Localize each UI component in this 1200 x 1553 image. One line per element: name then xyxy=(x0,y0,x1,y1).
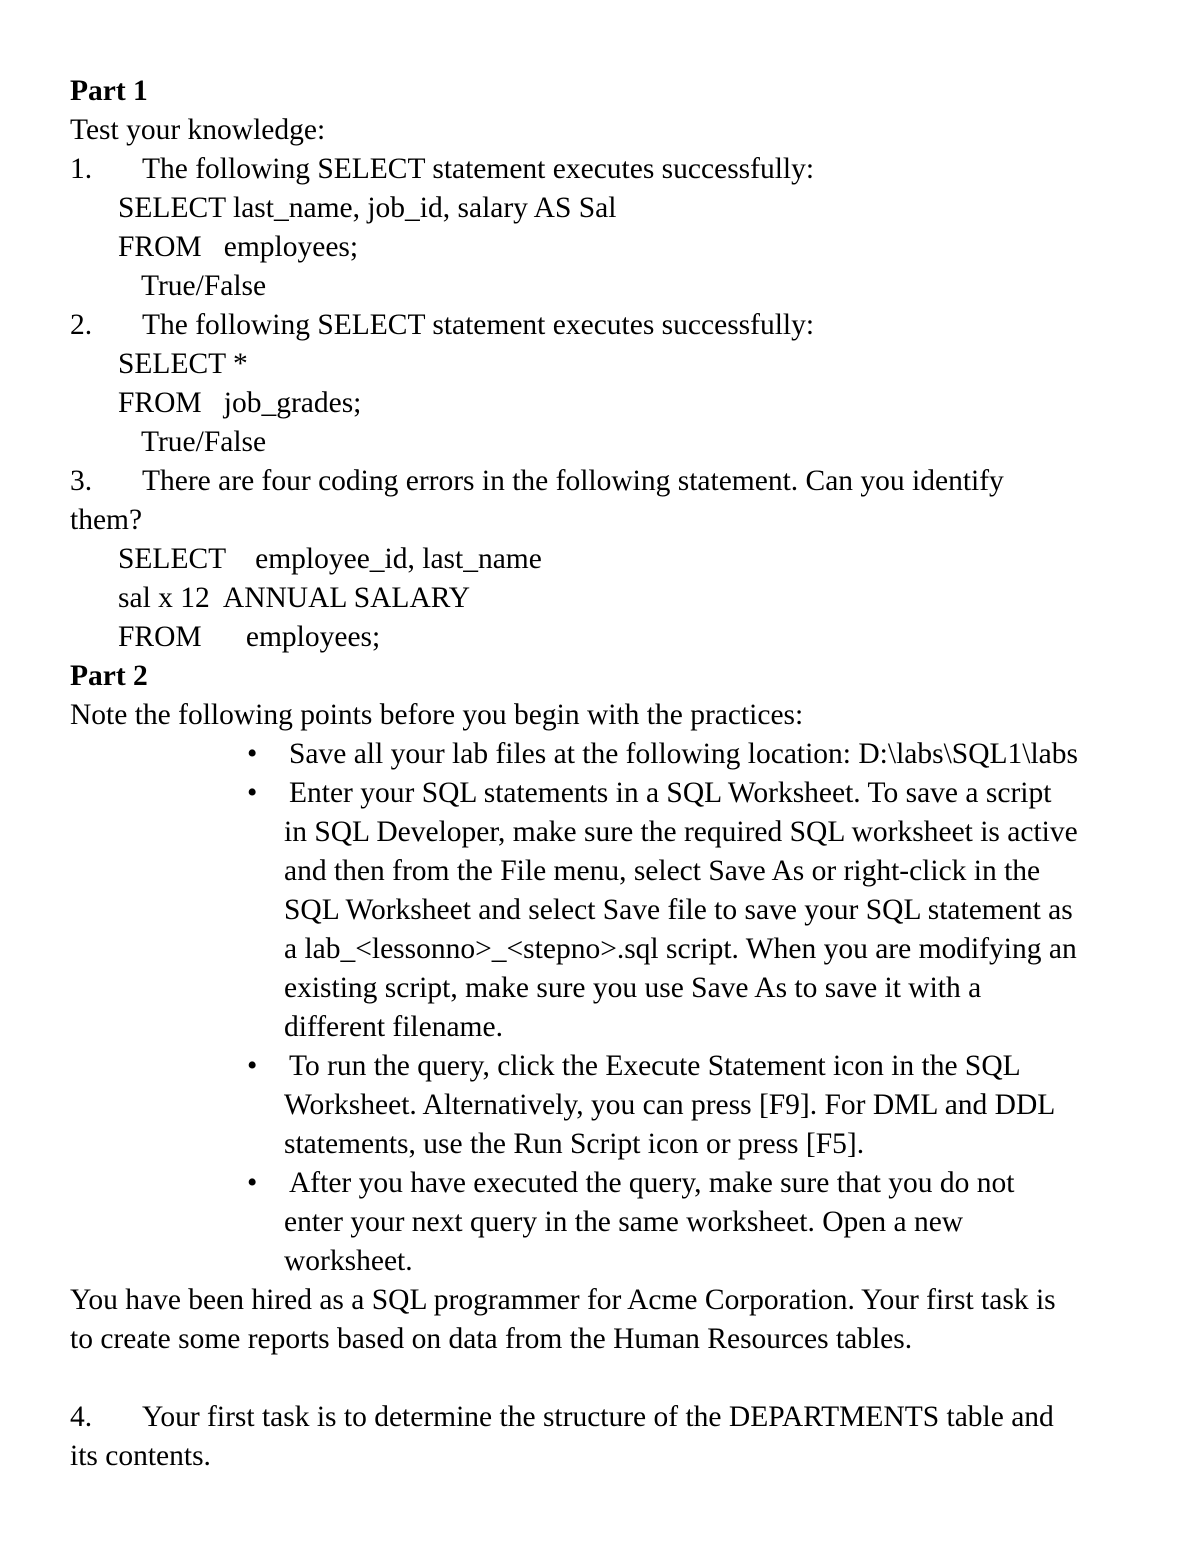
question-3: 3. There are four coding errors in the fo… xyxy=(70,462,1004,501)
code-line: FROM employees; xyxy=(118,231,359,263)
question-number: 1. xyxy=(70,153,93,185)
bullet-icon: • xyxy=(247,738,258,770)
part1-heading: Part 1 xyxy=(70,75,148,107)
part2-heading: Part 2 xyxy=(70,660,148,692)
bullet-text: statements, use the Run Script icon or p… xyxy=(284,1128,865,1160)
scenario-text: You have been hired as a SQL programmer … xyxy=(70,1284,1056,1316)
question-2: 2. The following SELECT statement execute… xyxy=(70,306,814,345)
question-prompt: The following SELECT statement executes … xyxy=(142,153,815,185)
bullet-text: SQL Worksheet and select Save file to sa… xyxy=(284,894,1073,926)
bullet-text: and then from the File menu, select Save… xyxy=(284,855,1041,887)
part2-intro: Note the following points before you beg… xyxy=(70,699,804,731)
document-page: Part 1 Test your knowledge: 1. The follow… xyxy=(0,0,1200,1553)
bullet-text: enter your next query in the same worksh… xyxy=(284,1206,964,1238)
code-line: FROM job_grades; xyxy=(118,387,362,419)
task-text-cont: its contents. xyxy=(70,1440,211,1472)
question-number: 3. xyxy=(70,465,93,497)
bullet-icon: • xyxy=(247,1050,258,1082)
code-line: SELECT last_name, job_id, salary AS Sal xyxy=(118,192,617,224)
question-prompt-cont: them? xyxy=(70,504,143,536)
bullet-text: a lab_<lessonno>_<stepno>.sql script. Wh… xyxy=(284,933,1077,965)
bullet-text: Save all your lab files at the following… xyxy=(289,738,1078,770)
question-answer: True/False xyxy=(141,426,267,458)
question-answer: True/False xyxy=(141,270,267,302)
bullet-text: in SQL Developer, make sure the required… xyxy=(284,816,1078,848)
question-prompt: The following SELECT statement executes … xyxy=(142,309,815,341)
bullet-icon: • xyxy=(247,1167,258,1199)
bullet-text: existing script, make sure you use Save … xyxy=(284,972,982,1004)
question-1: 1. The following SELECT statement execute… xyxy=(70,150,814,189)
bullet-text: Worksheet. Alternatively, you can press … xyxy=(284,1089,1056,1121)
question-prompt: There are four coding errors in the foll… xyxy=(142,465,1004,497)
task-4: 4. Your first task is to determine the st… xyxy=(70,1398,1054,1437)
task-number: 4. xyxy=(70,1401,93,1433)
code-line: SELECT employee_id, last_name xyxy=(118,543,542,575)
part1-intro: Test your knowledge: xyxy=(70,114,326,146)
bullet-text: different filename. xyxy=(284,1011,503,1043)
bullet-icon: • xyxy=(247,777,258,809)
code-line: FROM employees; xyxy=(118,621,381,653)
code-line: sal x 12 ANNUAL SALARY xyxy=(118,582,471,614)
task-text: Your first task is to determine the stru… xyxy=(142,1401,1054,1433)
scenario-text: to create some reports based on data fro… xyxy=(70,1323,913,1355)
bullet-text: To run the query, click the Execute Stat… xyxy=(289,1050,1021,1082)
code-line: SELECT * xyxy=(118,348,248,380)
question-number: 2. xyxy=(70,309,93,341)
bullet-text: Enter your SQL statements in a SQL Works… xyxy=(289,777,1052,809)
bullet-text: After you have executed the query, make … xyxy=(289,1167,1015,1199)
bullet-text: worksheet. xyxy=(284,1245,413,1277)
